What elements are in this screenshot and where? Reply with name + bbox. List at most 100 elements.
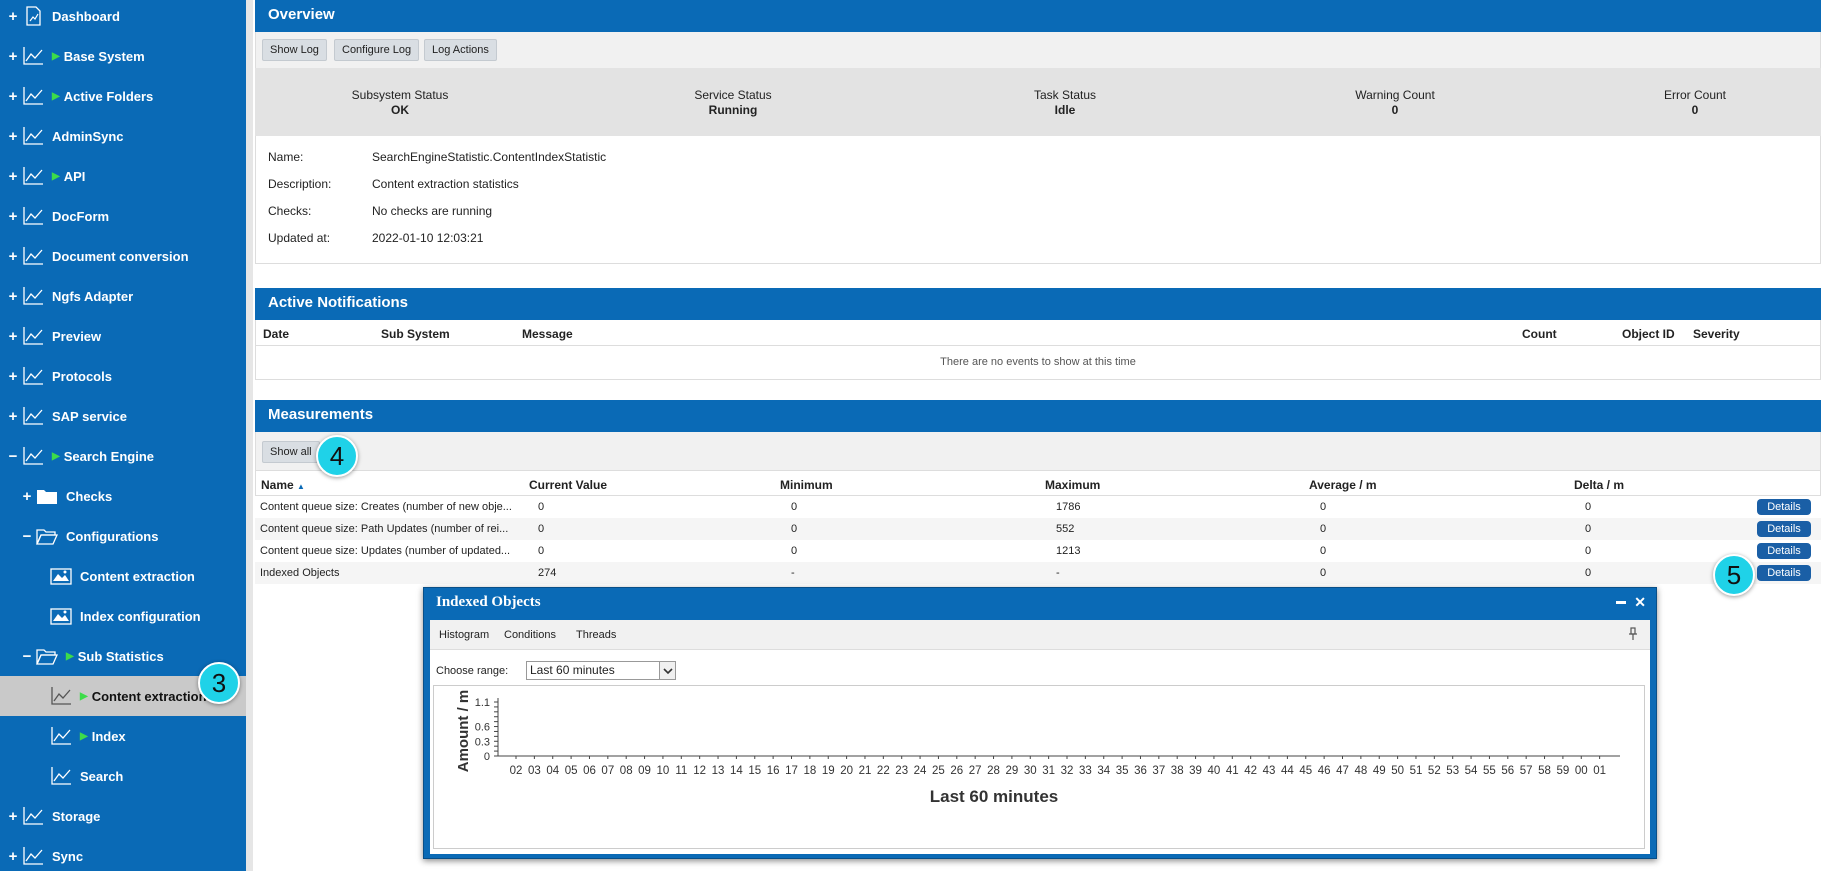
app-root: + Dashboard + ▶ Base System + ▶ Active Folders +… (0, 0, 1821, 871)
step-badge-5: 5 (1713, 554, 1755, 596)
sidebar-item[interactable]: + ▶ API (0, 156, 246, 196)
sidebar-item[interactable]: + Sync (0, 836, 246, 871)
status-summary: Subsystem Status OK Service Status Running… (255, 68, 1821, 136)
col-count[interactable]: Count (1522, 327, 1557, 341)
expand-icon[interactable]: + (6, 8, 20, 25)
pin-icon[interactable] (1628, 627, 1638, 641)
close-icon[interactable]: ✕ (1634, 594, 1646, 611)
sidebar-item[interactable]: + DocForm (0, 196, 246, 236)
sidebar-item-label: Protocols (52, 368, 112, 384)
measurements-header: Measurements (255, 400, 1821, 432)
maximize-icon[interactable]: ▬ (1616, 596, 1626, 607)
col-message[interactable]: Message (522, 327, 573, 341)
expand-icon[interactable]: + (6, 368, 20, 385)
histogram-svg: 1.1 0.6 0.3 0 Amount / m 02 03 04 05 06 07 08 09 10 11… (455, 690, 1620, 806)
chevron-down-icon[interactable] (659, 662, 675, 679)
sidebar-item[interactable]: + Checks (0, 476, 246, 516)
range-label: Choose range: (436, 665, 509, 677)
expand-icon[interactable]: + (20, 488, 34, 505)
details-button[interactable]: Details (1757, 521, 1811, 537)
x-tick-label: 33 (1079, 765, 1092, 777)
dashboard-icon (22, 6, 44, 26)
cell-name: Content queue size: Creates (number of n… (260, 501, 512, 513)
col-severity[interactable]: Severity (1693, 327, 1740, 341)
sidebar-item[interactable]: Content extraction (0, 556, 246, 596)
cell-delta: 0 (1585, 567, 1592, 579)
tab-threads[interactable]: Threads (576, 629, 616, 641)
folder-icon (36, 486, 58, 506)
sidebar-item[interactable]: + Storage (0, 796, 246, 836)
expand-icon[interactable]: + (6, 808, 20, 825)
col-name[interactable]: Name ▲ (261, 478, 305, 492)
col-date[interactable]: Date (263, 327, 289, 341)
sidebar-item[interactable]: + ▶ Active Folders (0, 76, 246, 116)
x-axis-label: Last 60 minutes (930, 787, 1059, 806)
col-average[interactable]: Average / m (1309, 478, 1377, 492)
sidebar-item[interactable]: + Document conversion (0, 236, 246, 276)
col-current-value[interactable]: Current Value (529, 478, 607, 492)
cell-avg: 0 (1320, 567, 1327, 579)
tab-histogram[interactable]: Histogram (439, 629, 489, 641)
expand-icon[interactable]: + (6, 248, 20, 265)
expand-icon[interactable]: + (6, 408, 20, 425)
col-minimum[interactable]: Minimum (780, 478, 833, 492)
x-tick-label: 39 (1189, 765, 1202, 777)
sidebar-item[interactable]: Search (0, 756, 246, 796)
col-delta[interactable]: Delta / m (1574, 478, 1624, 492)
expand-icon[interactable]: + (6, 168, 20, 185)
sidebar-item[interactable]: Index configuration (0, 596, 246, 636)
chart-line-icon (22, 366, 44, 386)
x-tick-label: 10 (657, 765, 670, 777)
details-button[interactable]: Details (1757, 565, 1811, 581)
table-row: Content queue size: Updates (number of u… (255, 540, 1821, 562)
expand-icon[interactable]: + (6, 88, 20, 105)
tab-conditions[interactable]: Conditions (504, 629, 556, 641)
sidebar-item-label: Sub Statistics (77, 648, 164, 664)
sidebar-item-label: Dashboard (52, 8, 120, 24)
log-actions-button[interactable]: Log Actions (424, 39, 497, 61)
overview-header: Overview (255, 0, 1821, 32)
chart-line-icon (22, 246, 44, 266)
chart-line-icon (22, 286, 44, 306)
expand-icon[interactable]: + (6, 288, 20, 305)
sidebar-item[interactable]: − Configurations (0, 516, 246, 556)
sidebar-item[interactable]: + Ngfs Adapter (0, 276, 246, 316)
sidebar-item[interactable]: + SAP service (0, 396, 246, 436)
collapse-icon[interactable]: − (20, 528, 34, 545)
task-status: Task Status Idle (955, 88, 1175, 117)
show-all-button[interactable]: Show all (262, 441, 320, 463)
dialog-tabs: Histogram Conditions Threads (430, 620, 1650, 650)
expand-icon[interactable]: + (6, 848, 20, 865)
details-button[interactable]: Details (1757, 543, 1811, 559)
sidebar-scrollbar[interactable] (246, 0, 253, 871)
x-tick-label: 49 (1373, 765, 1386, 777)
range-select[interactable]: Last 60 minutes (526, 661, 676, 680)
cell-max: 552 (1056, 523, 1075, 535)
col-object-id[interactable]: Object ID (1622, 327, 1675, 341)
show-log-button[interactable]: Show Log (262, 39, 327, 61)
cell-name: Content queue size: Path Updates (number… (260, 523, 509, 535)
x-tick-label: 36 (1134, 765, 1147, 777)
sidebar-item[interactable]: + AdminSync (0, 116, 246, 156)
task-status-value: Idle (1054, 103, 1076, 117)
details-button[interactable]: Details (1757, 499, 1811, 515)
y-tick-label: 0.3 (475, 736, 490, 748)
sidebar-item[interactable]: + Protocols (0, 356, 246, 396)
sidebar-item[interactable]: − ▶ Search Engine (0, 436, 246, 476)
sidebar-item[interactable]: ▶ Index (0, 716, 246, 756)
col-sub-system[interactable]: Sub System (381, 327, 450, 341)
sidebar-item[interactable]: + ▶ Base System (0, 36, 246, 76)
col-maximum[interactable]: Maximum (1045, 478, 1100, 492)
configure-log-button[interactable]: Configure Log (334, 39, 420, 61)
cell-avg: 0 (1320, 501, 1327, 513)
collapse-icon[interactable]: − (6, 448, 20, 465)
expand-icon[interactable]: + (6, 128, 20, 145)
sidebar-item[interactable]: + Dashboard (0, 0, 246, 36)
collapse-icon[interactable]: − (20, 648, 34, 665)
x-tick-label: 46 (1318, 765, 1331, 777)
expand-icon[interactable]: + (6, 328, 20, 345)
sidebar-item[interactable]: + Preview (0, 316, 246, 356)
sidebar-item-label: DocForm (52, 208, 110, 224)
expand-icon[interactable]: + (6, 208, 20, 225)
expand-icon[interactable]: + (6, 48, 20, 65)
